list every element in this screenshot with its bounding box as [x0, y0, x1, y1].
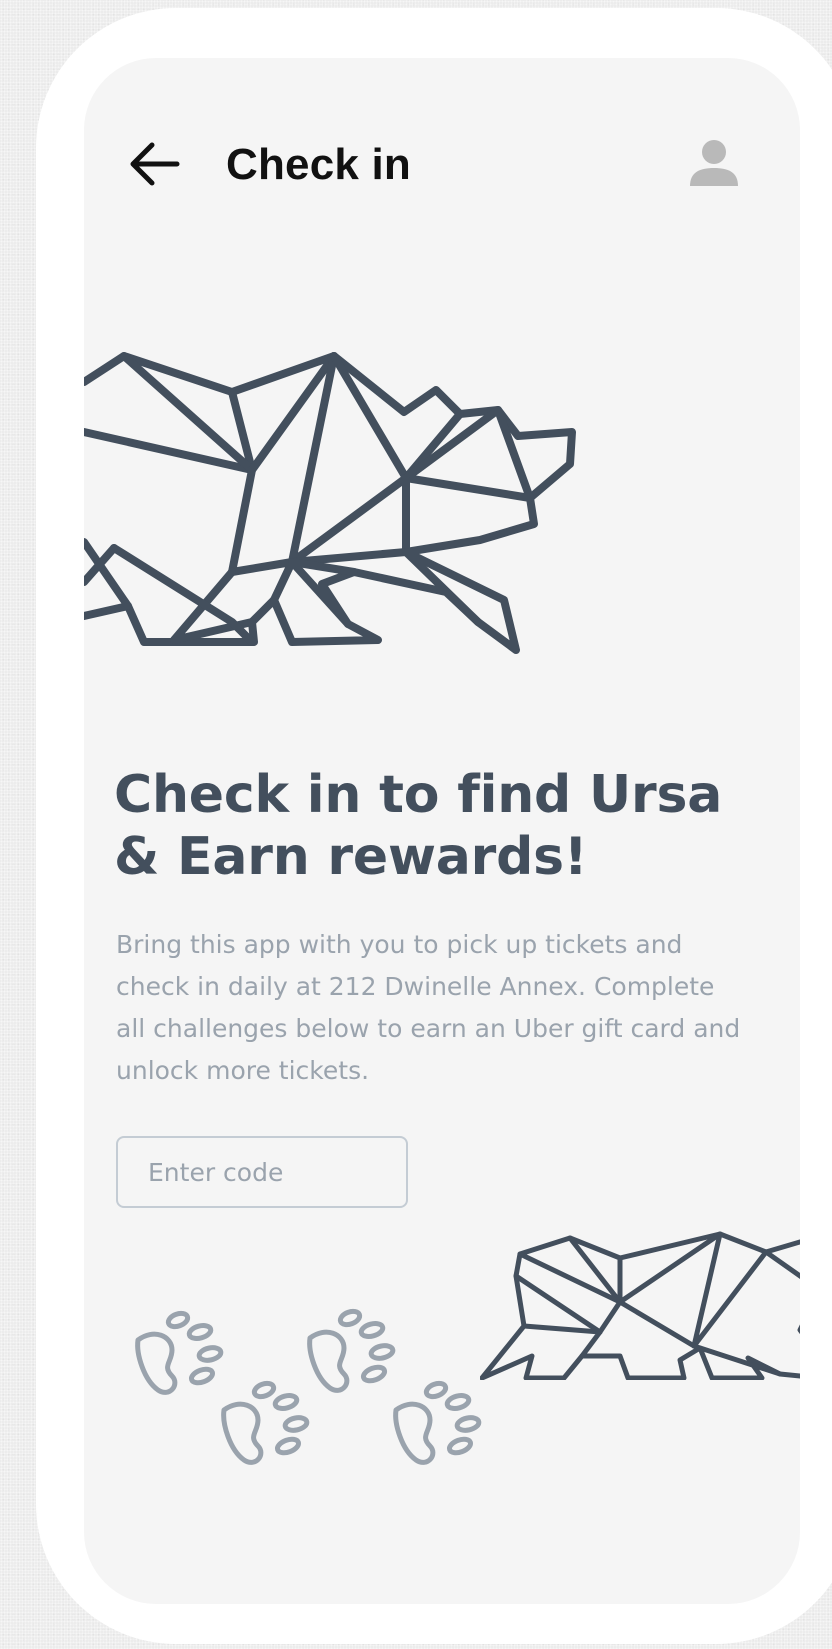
- paw-print-icon: [307, 1308, 396, 1393]
- paw-print-icon: [393, 1380, 482, 1465]
- page-title: Check in: [226, 140, 411, 189]
- headline: Check in to find Ursa & Earn rewards!: [114, 765, 723, 887]
- paw-print-icon: [135, 1310, 224, 1395]
- app-screen: Check in Check in to find Ursa & Earn re…: [84, 58, 800, 1604]
- code-input[interactable]: [116, 1136, 408, 1208]
- description-text: Bring this app with you to pick up ticke…: [116, 930, 741, 1085]
- geometric-bear-icon: [84, 352, 576, 654]
- geometric-bear-icon: [480, 1231, 800, 1380]
- person-icon[interactable]: [688, 138, 740, 190]
- paw-print-icon: [221, 1380, 310, 1465]
- arrow-left-icon[interactable]: [128, 140, 180, 188]
